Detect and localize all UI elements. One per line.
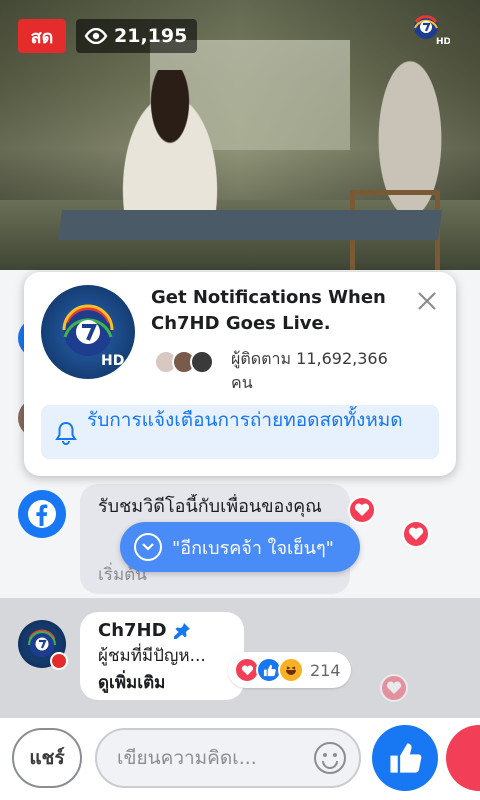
- new-comments-pill[interactable]: "อีกเบรคจ้า ใจเย็นๆ": [120, 522, 360, 572]
- see-more-link[interactable]: ดูเพิ่มเติม: [98, 669, 226, 696]
- ch7-avatar[interactable]: [18, 620, 68, 670]
- live-notification-popup: HD Get Notifications When Ch7HD Goes Liv…: [24, 272, 456, 476]
- popup-title: Get Notifications When Ch7HD Goes Live.: [151, 287, 386, 334]
- live-badge: สด: [18, 19, 66, 53]
- heart-reaction-icon: [348, 496, 376, 524]
- live-video-player[interactable]: สด 21,195 HD: [0, 0, 480, 270]
- view-count-text: 21,195: [114, 25, 188, 47]
- svg-text:HD: HD: [436, 37, 450, 46]
- pill-label: "อีกเบรคจ้า ใจเย็นๆ": [172, 537, 334, 559]
- comment-input[interactable]: [117, 747, 307, 769]
- haha-reaction-icon: [278, 657, 304, 683]
- follower-faces: [154, 350, 214, 374]
- emoji-icon[interactable]: [313, 741, 347, 775]
- love-button[interactable]: [446, 725, 480, 791]
- facebook-icon: [28, 500, 56, 528]
- bottom-action-bar: แชร์: [0, 718, 480, 800]
- comment-box[interactable]: [95, 728, 361, 788]
- chevron-down-icon: [134, 533, 162, 561]
- svg-text:HD: HD: [101, 353, 124, 369]
- live-video-screen: สด 21,195 HD รับชมวิดีโอนี้กับเพื่อนของค…: [0, 0, 480, 800]
- like-button[interactable]: [372, 725, 438, 791]
- pinned-comment: Ch7HD ผู้ชมที่มีปัญห... ดูเพิ่มเติม: [80, 612, 244, 700]
- reaction-summary[interactable]: 214: [228, 652, 351, 688]
- ch7hd-page-avatar: HD: [41, 285, 135, 379]
- ch7hd-logo-icon: HD: [62, 304, 124, 369]
- comment-message: ผู้ชมที่มีปัญห...: [98, 646, 206, 666]
- eye-icon: [84, 28, 108, 44]
- ch7-watermark-icon: HD: [414, 15, 450, 46]
- comment-author[interactable]: Ch7HD: [98, 620, 167, 641]
- thumbs-up-icon: [390, 743, 422, 773]
- notify-all-button[interactable]: รับการแจ้งเตือนการถ่ายทอดสดทั้งหมด: [41, 405, 439, 459]
- bell-icon: [55, 421, 77, 445]
- share-button[interactable]: แชร์: [12, 728, 82, 788]
- viewer-count: 21,195: [76, 19, 198, 53]
- follower-count: ผู้ติดตาม 11,692,366 คน: [231, 349, 388, 392]
- heart-reaction-icon: [380, 674, 408, 702]
- avatar: [190, 350, 214, 374]
- facebook-avatar: [18, 490, 66, 538]
- live-mic-icon: [50, 652, 68, 670]
- heart-reaction-icon: [402, 520, 430, 548]
- close-icon[interactable]: [414, 288, 440, 314]
- notify-all-label: รับการแจ้งเตือนการถ่ายทอดสดทั้งหมด: [87, 409, 403, 431]
- reaction-count: 214: [310, 660, 341, 680]
- pin-icon: [173, 622, 190, 639]
